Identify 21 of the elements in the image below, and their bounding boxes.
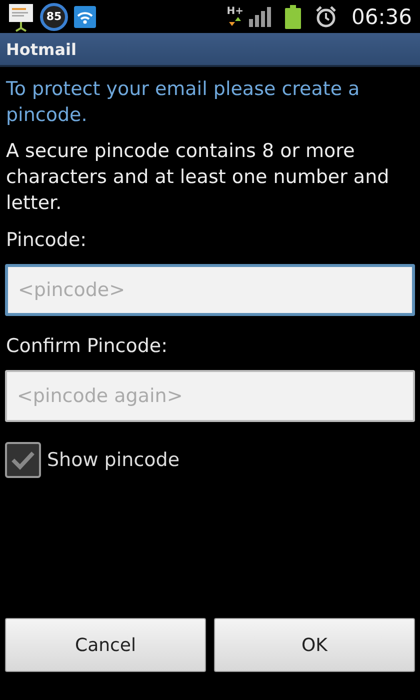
window-title: Hotmail [0, 33, 420, 67]
pincode-field[interactable]: <pincode again> [5, 370, 415, 422]
alarm-clock-icon [315, 6, 338, 28]
network-type: H+ [226, 7, 244, 17]
cancel-button[interactable]: Cancel [5, 618, 206, 672]
wifi-icon [74, 6, 96, 28]
checkbox-label: Show pincode [47, 449, 180, 471]
battery-percent: 85 [45, 9, 63, 25]
ok-button[interactable]: OK [214, 618, 415, 672]
signal-icon [249, 6, 272, 26]
data-arrows-icon [228, 17, 242, 26]
intro-text: To protect your email please create a pincode. [6, 77, 361, 128]
description-text: A secure pincode contains 8 or more characters and at least one number and letter. [6, 139, 390, 216]
checkmark-icon [11, 450, 35, 470]
battery-icon [285, 4, 302, 28]
field-label: Confirm Pincode: [6, 334, 169, 358]
pincode-field[interactable]: <pincode> [5, 264, 415, 316]
presentation-icon [8, 2, 34, 32]
checkbox[interactable] [5, 442, 41, 478]
clock-time: 06:36 [351, 4, 412, 28]
field-label: Pincode: [6, 228, 88, 252]
